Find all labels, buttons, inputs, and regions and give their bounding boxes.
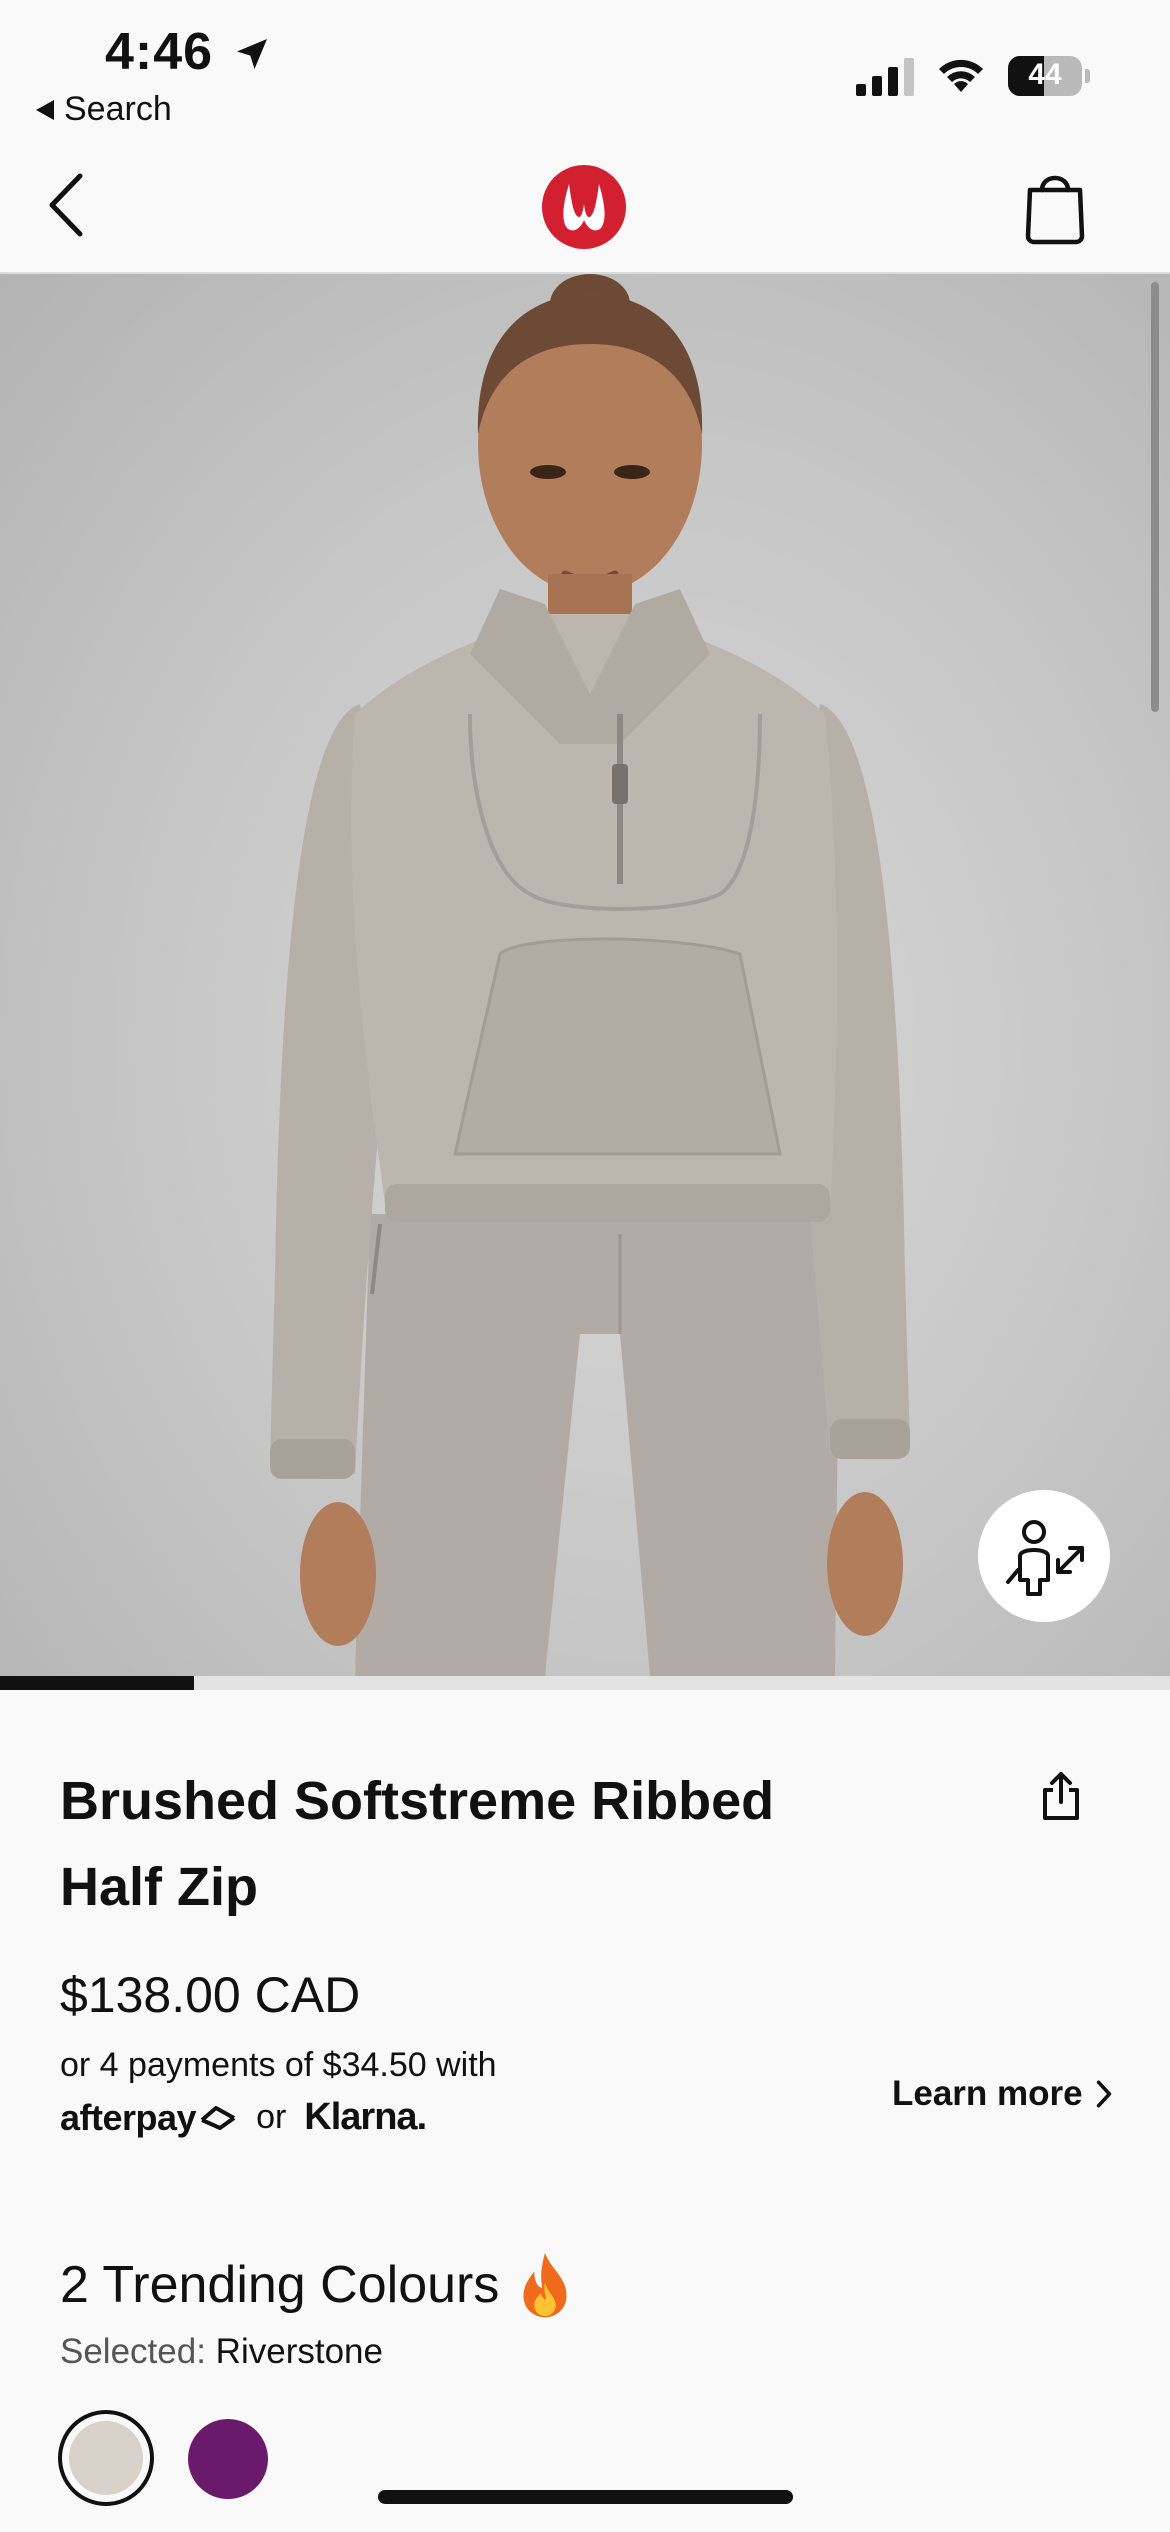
top-navigation-bar <box>0 140 1170 274</box>
back-triangle-icon <box>36 99 54 120</box>
afterpay-logo: afterpay <box>60 2097 238 2139</box>
chevron-left-icon[interactable] <box>44 170 94 240</box>
battery-percent: 44 <box>1028 58 1062 91</box>
selected-colour-value: Riverstone <box>215 2332 383 2371</box>
selected-colour: Selected: Riverstone <box>60 2332 383 2372</box>
lululemon-logo[interactable] <box>541 164 627 250</box>
back-to-app-link[interactable]: Search <box>36 90 172 129</box>
afterpay-label: afterpay <box>60 2096 197 2138</box>
chevron-right-icon <box>1096 2080 1111 2108</box>
back-app-label: Search <box>64 90 172 128</box>
wifi-icon <box>939 59 983 92</box>
payment-provider-logos: afterpay or Klarna. <box>60 2096 427 2139</box>
learn-more-label: Learn more <box>892 2074 1083 2113</box>
gallery-progress-bar <box>0 1676 1170 1690</box>
product-image[interactable] <box>0 274 1170 1676</box>
product-price: $138.00 CAD <box>60 1967 361 2023</box>
gallery-progress-fill <box>0 1676 195 1690</box>
home-indicator[interactable] <box>378 2490 793 2504</box>
fire-icon <box>523 2252 567 2318</box>
location-arrow-icon <box>237 39 267 69</box>
trending-colours-heading: 2 Trending Colours <box>60 2250 573 2320</box>
battery-icon: 44 <box>1008 56 1090 96</box>
selected-colour-label: Selected: <box>60 2332 206 2371</box>
status-time: 4:46 <box>105 23 214 81</box>
shopping-bag-icon[interactable] <box>1020 166 1090 246</box>
size-fit-icon <box>1006 1520 1084 1596</box>
size-fit-button[interactable] <box>978 1490 1110 1622</box>
product-photo-illustration <box>270 274 910 1676</box>
product-title: Brushed Softstreme Ribbed Half Zip <box>60 1771 775 1917</box>
status-bar: 4:46 Search 44 <box>0 0 1170 140</box>
colour-swatch-purple[interactable] <box>188 2419 268 2499</box>
learn-more-link[interactable]: Learn more <box>892 2074 1113 2114</box>
installment-text: or 4 payments of $34.50 with <box>60 2046 497 2084</box>
klarna-logo: Klarna. <box>304 2096 427 2138</box>
trending-colours-label: 2 Trending Colours <box>60 2256 500 2314</box>
colour-swatch-riverstone[interactable] <box>58 2410 154 2506</box>
page-scroll-indicator <box>1151 282 1159 712</box>
afterpay-arrows-icon <box>200 2105 236 2130</box>
share-icon[interactable] <box>1040 1770 1082 1822</box>
or-label: or <box>256 2098 287 2136</box>
cellular-signal-icon <box>856 58 914 96</box>
swatch-fill <box>69 2421 143 2495</box>
